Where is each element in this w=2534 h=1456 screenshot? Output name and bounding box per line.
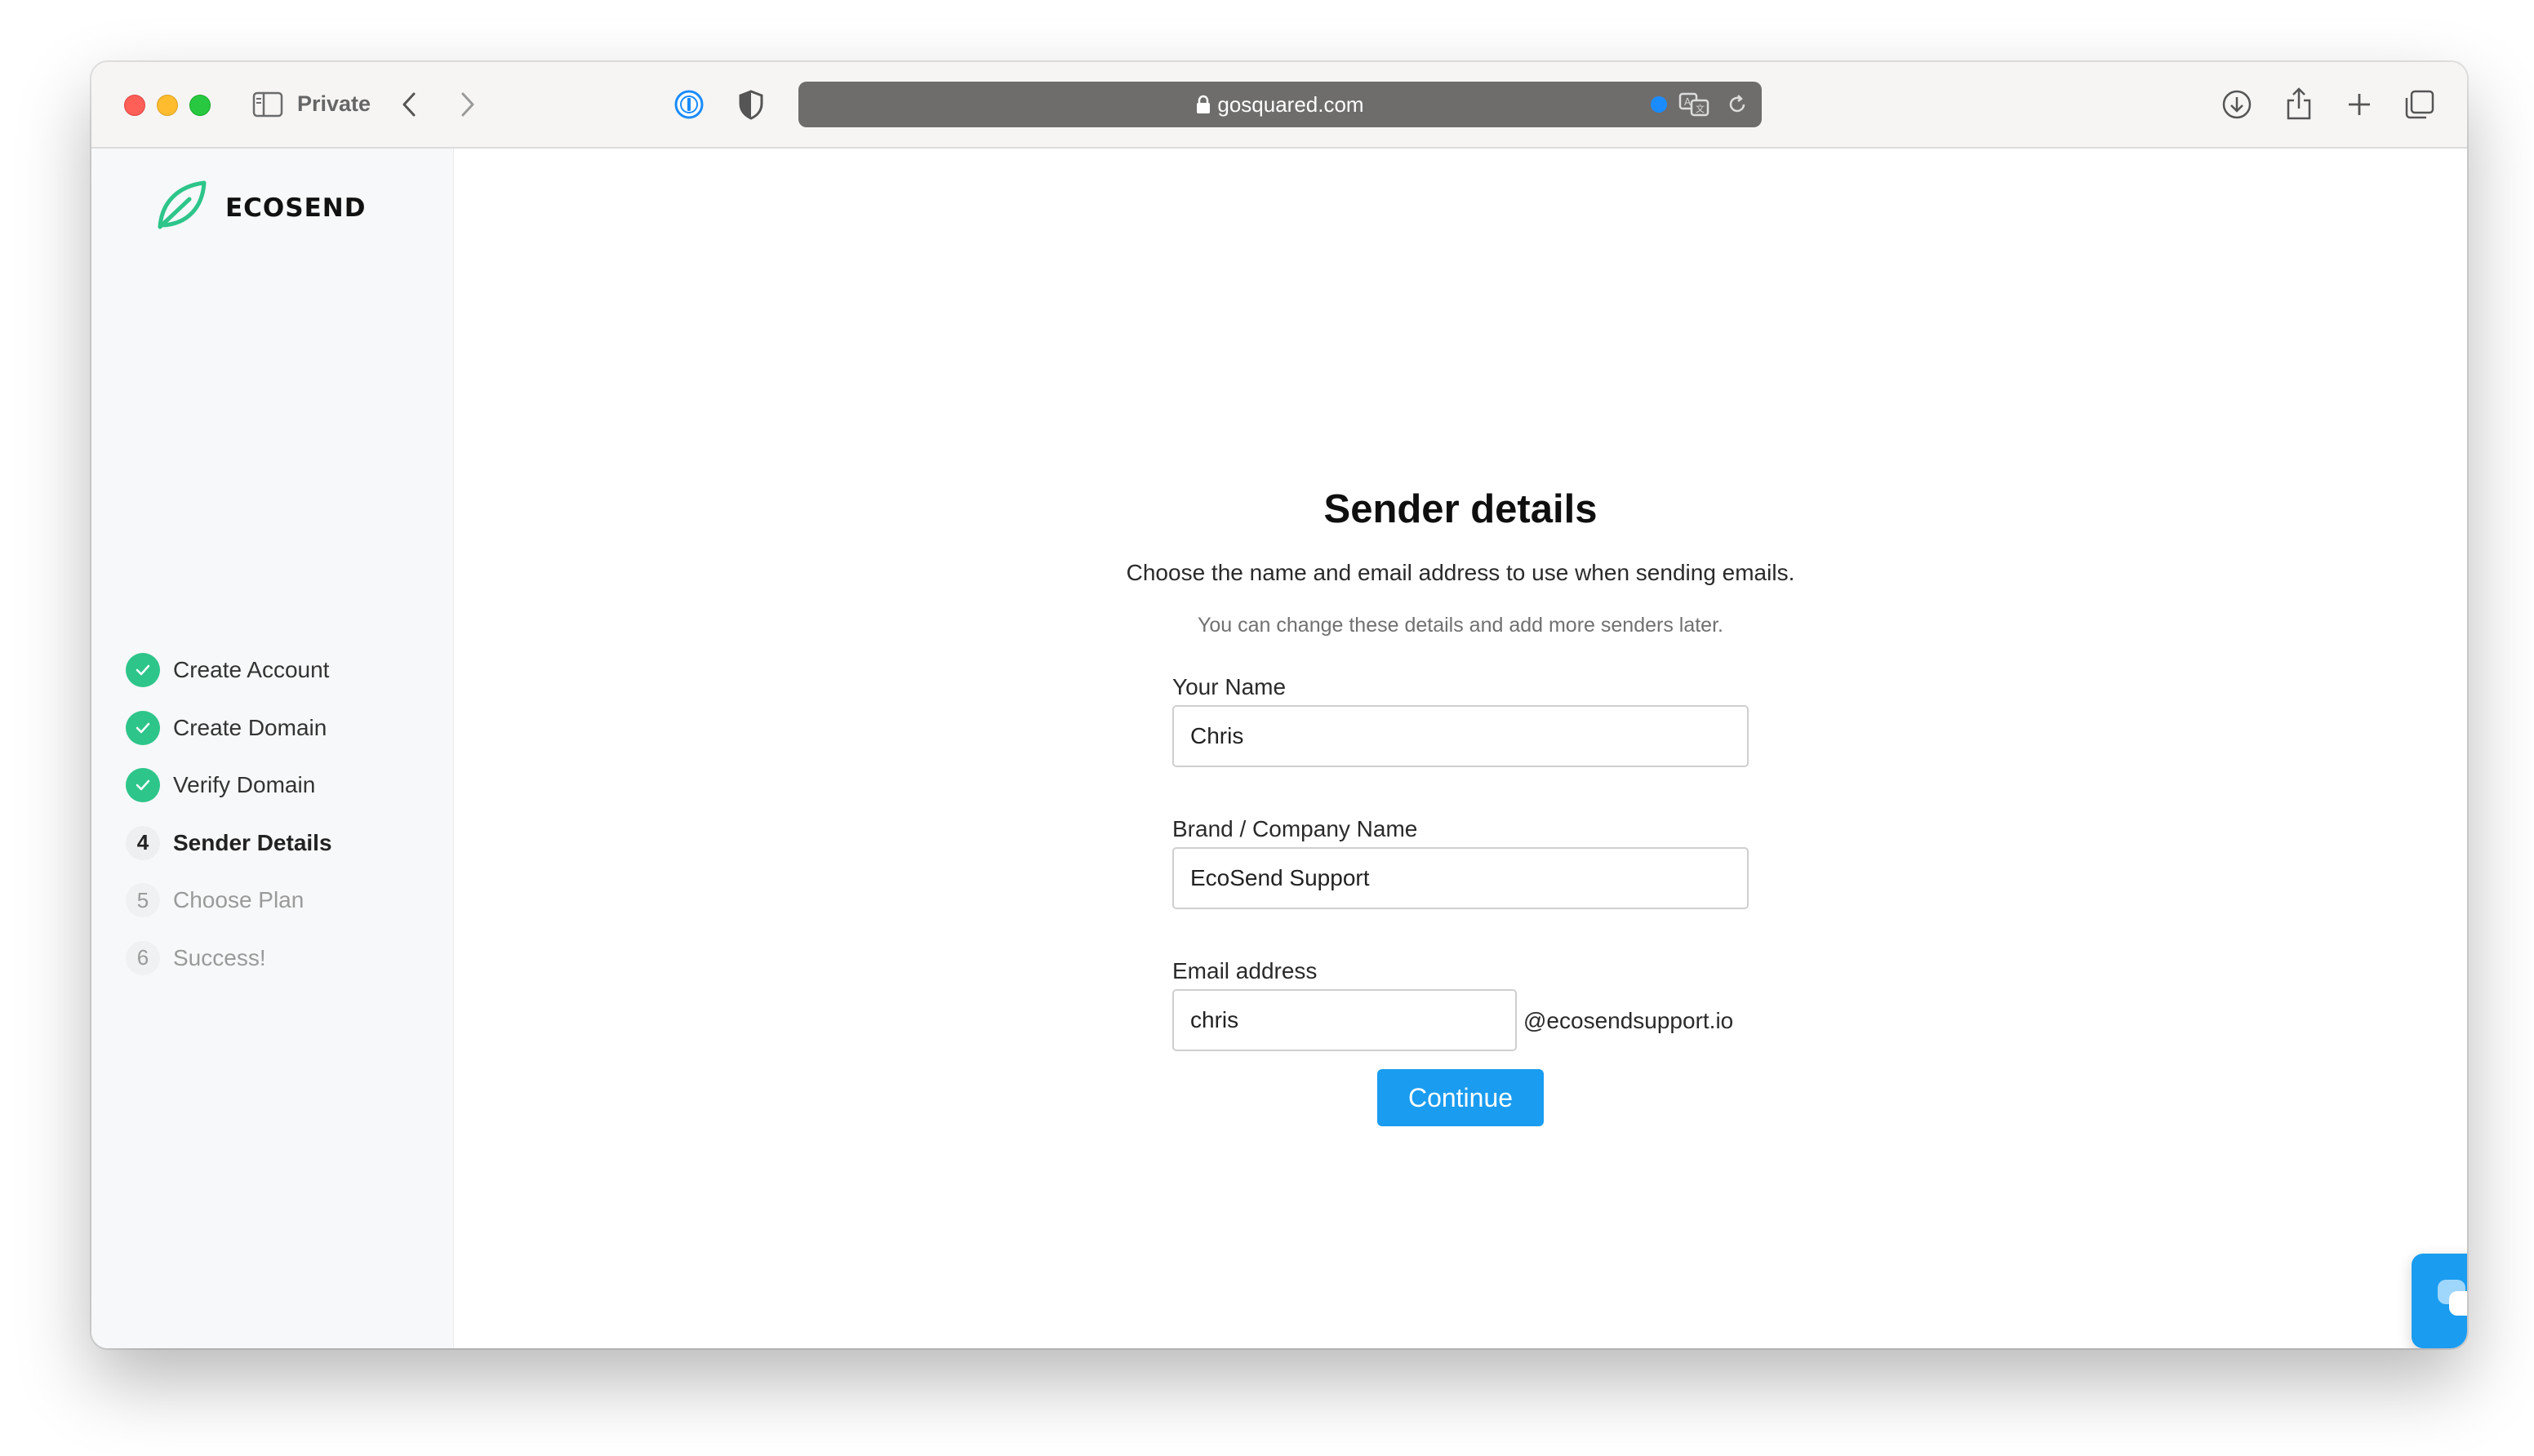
step-label: Choose Plan: [173, 887, 305, 913]
back-arrow-icon[interactable]: [397, 90, 421, 119]
step-label: Success!: [173, 944, 266, 970]
browser-window: Private gosquared.com A文 ECOSEND Create …: [91, 62, 2467, 1348]
leaf-logo-icon: [153, 178, 209, 237]
company-name-label: Brand / Company Name: [1172, 816, 1418, 841]
step-label: Verify Domain: [173, 772, 316, 798]
email-domain-suffix: @ecosendsupport.io: [1523, 1008, 1734, 1033]
step-choose-plan: 5 Choose Plan: [126, 872, 332, 930]
step-create-account[interactable]: Create Account: [126, 641, 332, 699]
translate-icon[interactable]: A文: [1678, 91, 1711, 118]
browser-toolbar: Private gosquared.com A文: [91, 62, 2467, 149]
page-title: Sender details: [1323, 487, 1598, 531]
minimize-window-button[interactable]: [157, 95, 178, 116]
step-verify-domain[interactable]: Verify Domain: [126, 757, 332, 815]
zoom-window-button[interactable]: [189, 95, 211, 116]
step-success: 6 Success!: [126, 930, 332, 988]
step-label: Sender Details: [173, 829, 332, 855]
lock-icon: [1196, 95, 1211, 120]
step-label: Create Domain: [173, 714, 327, 740]
forward-arrow-icon[interactable]: [456, 90, 480, 119]
company-name-input[interactable]: [1172, 847, 1749, 909]
privacy-shield-icon[interactable]: [735, 88, 767, 121]
main-content: Sender details Choose the name and email…: [454, 149, 2467, 1348]
check-icon: [126, 768, 160, 803]
tab-overview-icon[interactable]: [2402, 87, 2438, 122]
private-mode-label: Private: [297, 91, 371, 116]
share-icon[interactable]: [2281, 85, 2317, 122]
step-number: 6: [126, 940, 160, 975]
email-address-label: Email address: [1172, 958, 1318, 983]
url-text: gosquared.com: [1217, 92, 1364, 117]
downloads-icon[interactable]: [2219, 87, 2255, 122]
url-display: gosquared.com: [798, 92, 1762, 120]
page-subtitle: Choose the name and email address to use…: [1126, 560, 1795, 585]
step-sender-details: 4 Sender Details: [126, 815, 332, 872]
svg-text:文: 文: [1696, 103, 1705, 114]
chat-bubbles-icon: [2434, 1276, 2467, 1329]
continue-button[interactable]: Continue: [1377, 1069, 1544, 1126]
close-window-button[interactable]: [124, 95, 145, 116]
step-label: Create Account: [173, 657, 330, 683]
password-manager-icon[interactable]: [673, 88, 705, 121]
reload-icon[interactable]: [1726, 93, 1749, 116]
page-note: You can change these details and add mor…: [1198, 614, 1723, 637]
step-number: 4: [126, 825, 160, 860]
onboarding-steps: Create Account Create Domain Verify Doma…: [126, 641, 332, 987]
check-icon: [126, 653, 160, 688]
step-number: 5: [126, 883, 160, 918]
your-name-label: Your Name: [1172, 674, 1287, 699]
toggle-dot-icon[interactable]: [1649, 95, 1669, 114]
check-icon: [126, 710, 160, 745]
your-name-input[interactable]: [1172, 705, 1749, 767]
svg-text:A: A: [1684, 96, 1692, 108]
email-local-input[interactable]: [1172, 989, 1517, 1051]
brand-name: ECOSEND: [225, 193, 367, 223]
ecosend-logo[interactable]: ECOSEND: [153, 178, 366, 237]
step-create-domain[interactable]: Create Domain: [126, 699, 332, 757]
chat-launcher-button[interactable]: [2412, 1254, 2467, 1348]
address-bar[interactable]: gosquared.com A文: [798, 82, 1762, 127]
sidebar-toggle-icon[interactable]: [251, 90, 284, 119]
new-tab-plus-icon[interactable]: [2341, 87, 2377, 122]
onboarding-sidebar: ECOSEND Create Account Create Domain Ver…: [91, 149, 454, 1348]
